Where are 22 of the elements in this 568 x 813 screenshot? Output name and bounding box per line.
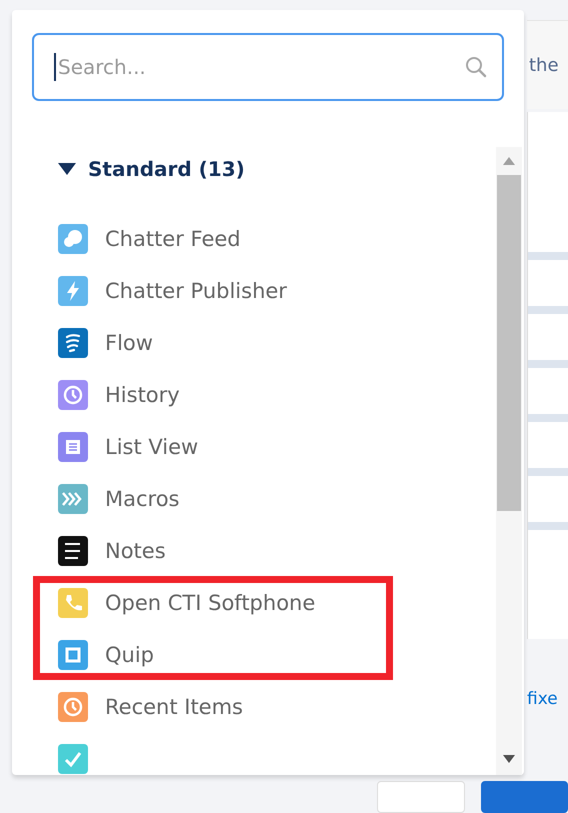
component-name[interactable]: List View — [105, 436, 198, 458]
component-name[interactable]: Notes — [105, 540, 166, 562]
component-name[interactable]: History — [105, 384, 180, 406]
search-field[interactable]: Search... — [32, 33, 504, 101]
scroll-down-arrow-icon[interactable] — [503, 755, 515, 763]
scroll-up-arrow-icon[interactable] — [503, 157, 515, 165]
component-name[interactable]: Recent Items — [105, 696, 243, 718]
component-name[interactable]: Macros — [105, 488, 180, 510]
heading-text: the — [529, 54, 559, 76]
text-cursor — [54, 53, 56, 81]
group-label: Standard (13) — [88, 157, 245, 181]
component-name[interactable]: Chatter Publisher — [105, 280, 287, 302]
scroll-thumb[interactable] — [497, 175, 521, 511]
group-header[interactable]: Standard (13) — [58, 157, 245, 181]
save-button[interactable] — [480, 781, 568, 813]
scrollbar[interactable] — [496, 147, 522, 775]
component-name[interactable]: Flow — [105, 332, 153, 354]
cancel-button[interactable] — [377, 781, 464, 813]
component-name[interactable]: Open CTI Softphone — [105, 592, 316, 614]
search-icon — [464, 55, 488, 79]
component-name[interactable]: Chatter Feed — [105, 228, 241, 250]
component-name[interactable]: Quip — [105, 644, 154, 666]
